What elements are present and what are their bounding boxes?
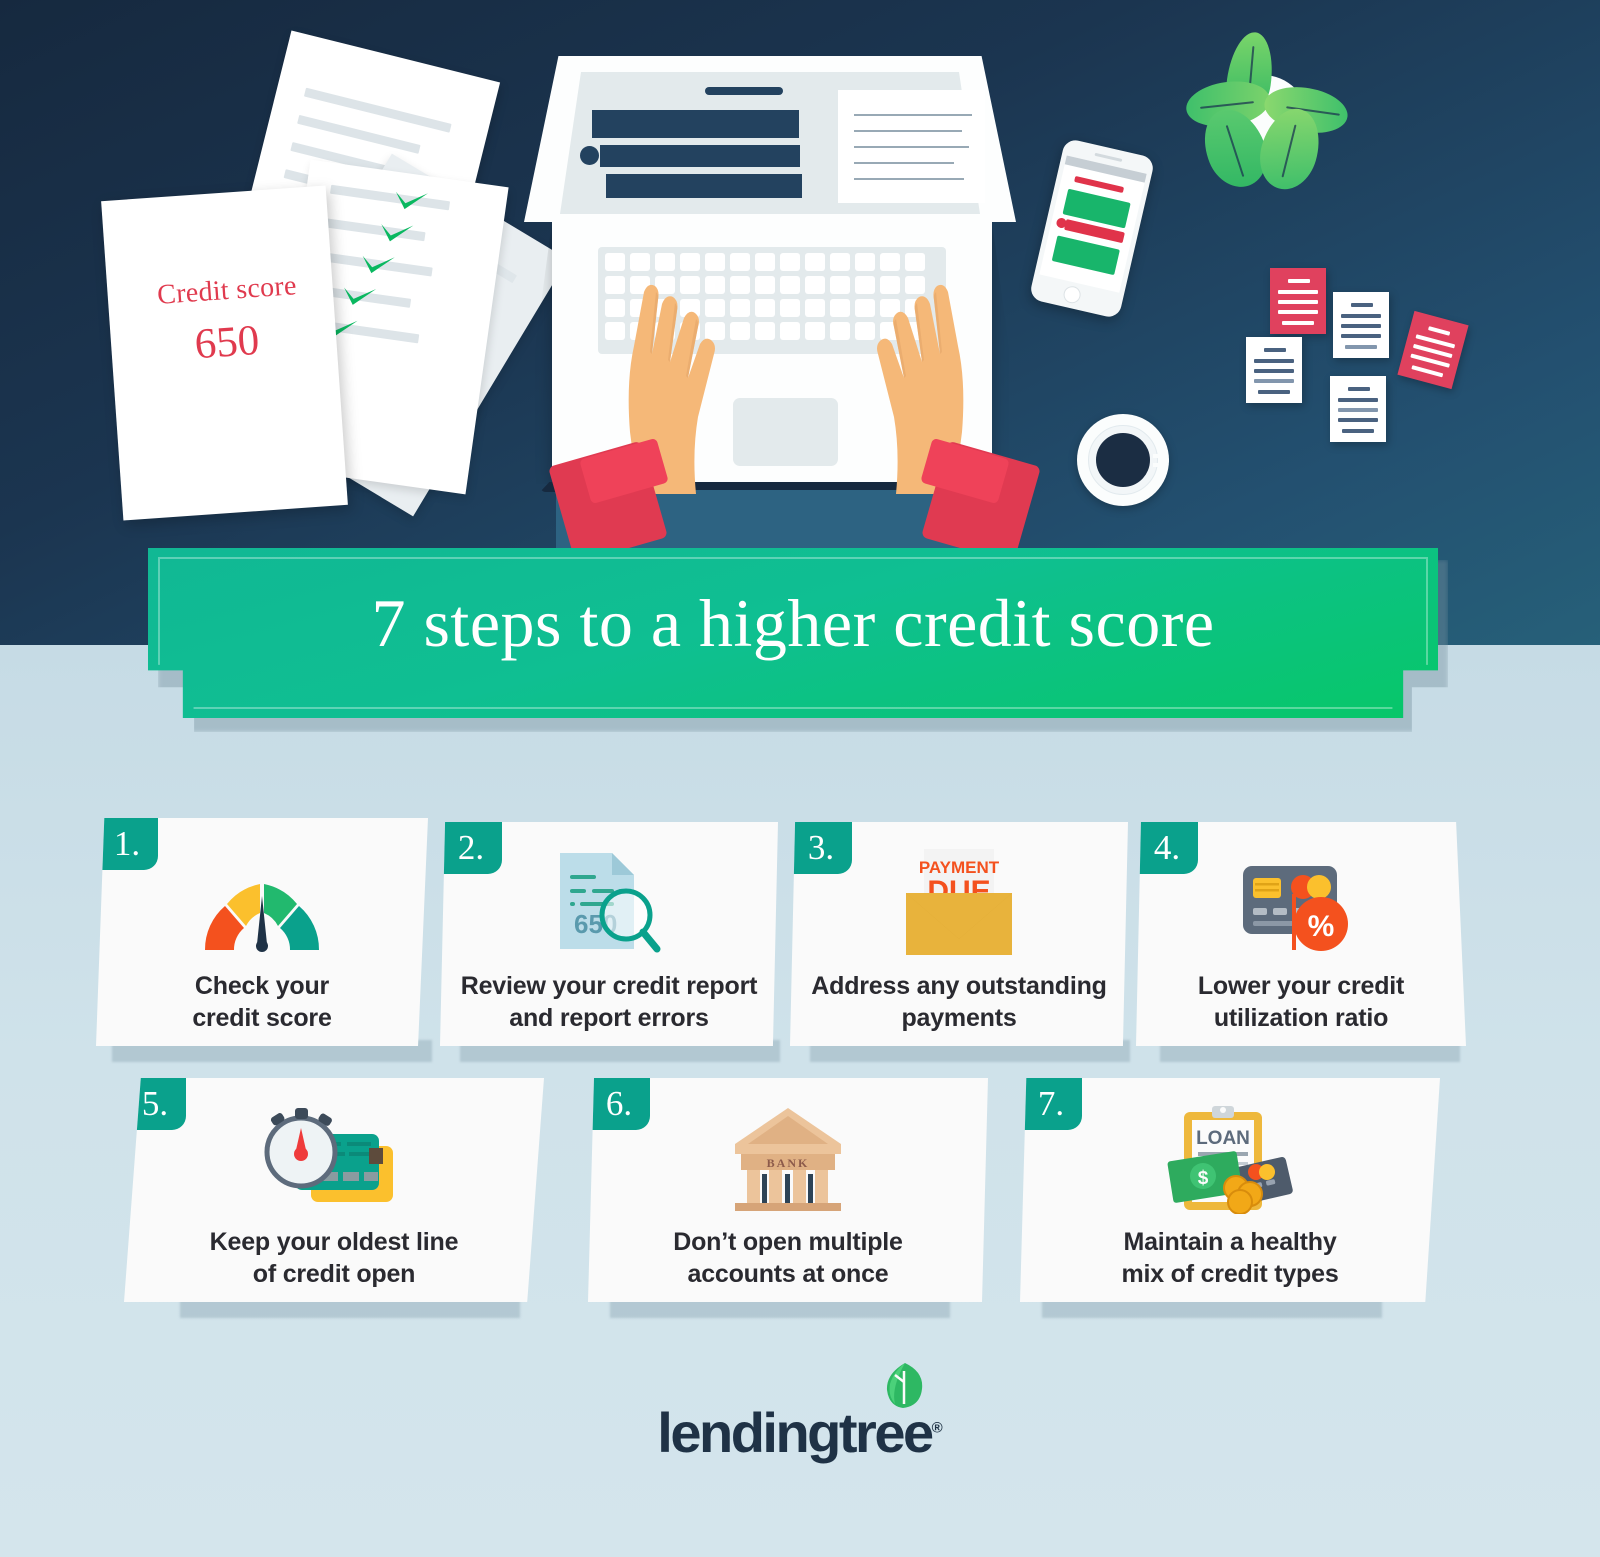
bank-building-icon: BANK <box>588 1100 988 1216</box>
step-card-7[interactable]: 7. LOAN $ Maintain a healthy mix of cred… <box>1020 1078 1440 1302</box>
checkmark-icon <box>362 255 395 274</box>
step-label-5: Keep your oldest line of credit open <box>209 1228 459 1288</box>
credit-gauge-icon <box>96 866 428 962</box>
step-label-4: Lower your credit utilization ratio <box>1197 972 1405 1032</box>
phone-home-button <box>1061 284 1083 305</box>
screen-content-bar <box>606 174 802 198</box>
step-card-6[interactable]: 6. BANK Don’t open multiple accounts at … <box>588 1078 988 1302</box>
svg-text:%: % <box>1308 910 1335 943</box>
screen-content-bar <box>592 110 799 138</box>
logo-wordmark: lendingtree® <box>657 1363 943 1465</box>
step-label-6: Don’t open multiple accounts at once <box>673 1228 903 1288</box>
checkmark-icon <box>344 287 377 305</box>
title-banner: 7 steps to a higher credit score <box>148 548 1438 718</box>
checkmark-icon <box>395 191 429 210</box>
screen-camera-bar <box>705 87 783 95</box>
coffee-cup-illustration <box>1077 414 1169 506</box>
svg-text:LOAN: LOAN <box>1196 1128 1250 1149</box>
payment-due-envelope-icon: PAYMENT DUE <box>790 844 1128 962</box>
step-number-badge-1: 1. <box>96 818 158 870</box>
step-label-7: Maintain a healthy mix of credit types <box>1121 1228 1339 1288</box>
step-card-3[interactable]: 3. PAYMENT DUE Address any outstanding p… <box>790 822 1128 1046</box>
sticky-note-white <box>1246 337 1302 403</box>
step-card-1[interactable]: 1. Check your credit score <box>96 818 428 1046</box>
step-card-5[interactable]: 5. Keep your oldest line of credit open <box>124 1078 544 1302</box>
phone-chart-bar <box>1074 175 1125 194</box>
step-label-1: Check your credit score <box>192 972 332 1032</box>
screen-bullet-dot <box>580 146 599 165</box>
coffee-liquid <box>1096 433 1150 487</box>
sticky-note-white <box>1330 376 1386 442</box>
loan-clipboard-money-icon: LOAN $ <box>1020 1100 1440 1216</box>
cup-handle <box>1153 454 1169 467</box>
screen-content-bar <box>600 145 800 167</box>
laptop-trackpad <box>733 398 838 466</box>
leaf-icon <box>887 1363 923 1408</box>
screen-document-panel <box>838 90 985 203</box>
step-label-2: Review your credit report and report err… <box>460 972 758 1032</box>
registered-trademark: ® <box>931 1419 943 1437</box>
phone-chart-bar <box>1051 235 1120 276</box>
svg-text:BANK: BANK <box>767 1156 810 1170</box>
stopwatch-credit-card-icon <box>124 1104 544 1216</box>
page-title: 7 steps to a higher credit score <box>371 584 1215 661</box>
checkmark-icon <box>381 224 414 242</box>
lendingtree-logo[interactable]: lendingtree® <box>0 1363 1600 1465</box>
step-card-4[interactable]: 4. % Lower your credit utilization ratio <box>1136 822 1466 1046</box>
phone-speaker <box>1094 152 1123 162</box>
step-card-2[interactable]: 2. 650 Review your credit report and rep… <box>440 822 778 1046</box>
infographic-canvas: Credit score 650 7 steps to a higher cre… <box>0 0 1600 1557</box>
sticky-note-red <box>1270 268 1326 334</box>
svg-text:$: $ <box>1198 1168 1209 1189</box>
step-label-3: Address any outstanding payments <box>811 972 1107 1032</box>
sticky-note-white <box>1333 292 1389 358</box>
credit-card-percent-icon: % <box>1136 856 1466 964</box>
document-magnifier-icon: 650 <box>440 848 778 958</box>
